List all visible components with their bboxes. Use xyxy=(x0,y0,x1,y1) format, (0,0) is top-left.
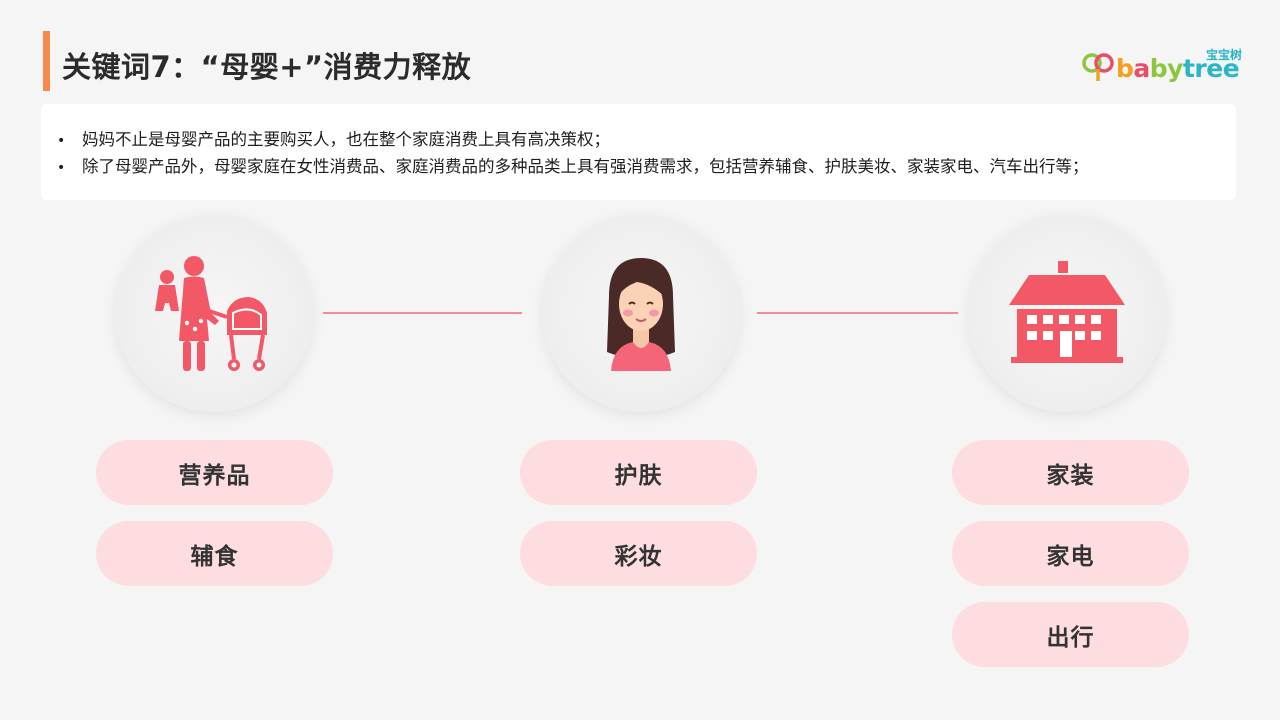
babytree-logo: 宝宝树 babytree xyxy=(1082,46,1242,90)
woman-face-icon xyxy=(607,257,675,371)
bullet-text: 妈妈不止是母婴产品的主要购买人，也在整个家庭消费上具有高决策权； xyxy=(82,130,610,149)
logo-mark-icon xyxy=(1082,53,1114,81)
category-circle-home xyxy=(968,214,1166,412)
bullet-dot: • xyxy=(57,160,66,176)
pill-appliances: 家电 xyxy=(952,521,1189,586)
pill-makeup: 彩妆 xyxy=(520,521,757,586)
bullet-item: • 妈妈不止是母婴产品的主要购买人，也在整个家庭消费上具有高决策权； xyxy=(57,126,1236,153)
pill-skincare: 护肤 xyxy=(520,440,757,505)
mother-stroller-icon xyxy=(155,256,267,371)
house-icon xyxy=(1009,261,1125,363)
category-circle-beauty xyxy=(542,214,740,412)
category-circle-maternal xyxy=(115,214,313,412)
bullet-text: 除了母婴产品外，母婴家庭在女性消费品、家庭消费品的多种品类上具有强消费需求，包括… xyxy=(82,157,1089,176)
info-box: • 妈妈不止是母婴产品的主要购买人，也在整个家庭消费上具有高决策权； • 除了母… xyxy=(41,104,1236,200)
pill-baby-food: 辅食 xyxy=(96,521,333,586)
logo-wordmark: babytree xyxy=(1116,54,1240,83)
pill-travel: 出行 xyxy=(952,602,1189,667)
pill-nutrition: 营养品 xyxy=(96,440,333,505)
page-title: 关键词7：“母婴+”消费力释放 xyxy=(62,50,472,84)
connector-line xyxy=(757,312,958,314)
connector-line xyxy=(323,312,522,314)
title-accent-bar xyxy=(43,31,50,91)
bullet-dot: • xyxy=(57,133,66,149)
bullet-item: • 除了母婴产品外，母婴家庭在女性消费品、家庭消费品的多种品类上具有强消费需求，… xyxy=(57,153,1236,180)
pill-home-decor: 家装 xyxy=(952,440,1189,505)
